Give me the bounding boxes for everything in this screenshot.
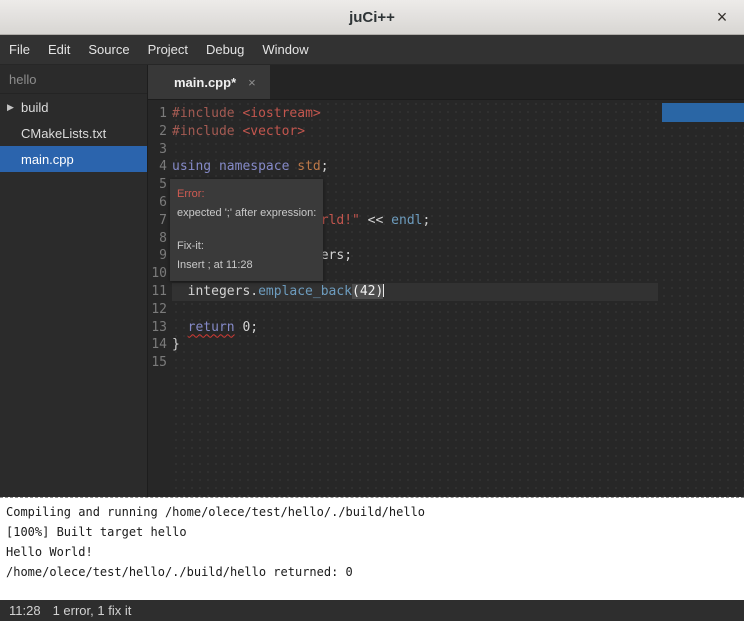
output-line: Compiling and running /home/olece/test/h… bbox=[6, 502, 738, 522]
line-number: 1 bbox=[148, 105, 167, 123]
tabbar: main.cpp* × bbox=[148, 65, 744, 100]
file-name: CMakeLists.txt bbox=[21, 126, 106, 141]
main-area: hello ▶build CMakeLists.txt main.cpp main.… bbox=[0, 65, 744, 497]
code-token: namespace bbox=[219, 159, 289, 174]
cursor-position: 11:28 bbox=[9, 603, 41, 618]
file-name: main.cpp bbox=[21, 152, 74, 167]
code-token: (42) bbox=[352, 284, 383, 299]
code-token: <iostream> bbox=[242, 106, 320, 121]
code-line-12[interactable] bbox=[172, 301, 744, 319]
menubar: FileEditSourceProjectDebugWindow bbox=[0, 35, 744, 65]
menu-item-debug[interactable]: Debug bbox=[197, 35, 253, 64]
tooltip-fixit-message: Insert ; at 11:28 bbox=[177, 256, 316, 275]
menu-item-project[interactable]: Project bbox=[139, 35, 197, 64]
code-token: endl bbox=[391, 213, 422, 228]
window-close-button[interactable]: × bbox=[710, 5, 734, 29]
line-number: 12 bbox=[148, 301, 167, 319]
scrollbar-thumb[interactable] bbox=[662, 103, 744, 122]
file-tree-item-main-cpp[interactable]: main.cpp bbox=[0, 146, 147, 172]
code-line-4[interactable]: using namespace std; bbox=[172, 158, 744, 176]
code-token: return bbox=[188, 320, 235, 335]
code-token: <vector> bbox=[242, 124, 305, 139]
file-name: build bbox=[21, 100, 48, 115]
line-number: 6 bbox=[148, 194, 167, 212]
diagnostic-summary: 1 error, 1 fix it bbox=[53, 603, 132, 618]
file-tree: ▶build CMakeLists.txt main.cpp bbox=[0, 94, 147, 172]
file-sidebar: hello ▶build CMakeLists.txt main.cpp bbox=[0, 65, 148, 497]
code-editor[interactable]: 123456789101112131415 #include <iostream… bbox=[148, 100, 744, 497]
code-line-14[interactable]: } bbox=[172, 336, 744, 354]
code-token: ; bbox=[422, 213, 430, 228]
tab-label: main.cpp* bbox=[174, 75, 236, 90]
code-token: integers. bbox=[172, 284, 258, 299]
code-token: 0; bbox=[235, 320, 258, 335]
editor-column: main.cpp* × 123456789101112131415 #inclu… bbox=[148, 65, 744, 497]
titlebar: juCi++ × bbox=[0, 0, 744, 35]
tab-close-icon[interactable]: × bbox=[248, 75, 256, 90]
line-number: 5 bbox=[148, 176, 167, 194]
code-token: ; bbox=[321, 159, 329, 174]
line-number-gutter: 123456789101112131415 bbox=[148, 100, 172, 497]
code-line-1[interactable]: #include <iostream> bbox=[172, 105, 744, 123]
code-token bbox=[211, 159, 219, 174]
code-line-13[interactable]: return 0; bbox=[172, 319, 744, 337]
project-name: hello bbox=[0, 65, 147, 94]
window-title: juCi++ bbox=[349, 9, 395, 26]
code-token bbox=[172, 320, 188, 335]
line-number: 3 bbox=[148, 141, 167, 159]
line-number: 11 bbox=[148, 283, 167, 301]
code-area[interactable]: #include <iostream>#include <vector>usin… bbox=[172, 100, 744, 497]
line-number: 10 bbox=[148, 265, 167, 283]
code-line-3[interactable] bbox=[172, 141, 744, 159]
expander-icon[interactable]: ▶ bbox=[7, 102, 21, 113]
text-caret bbox=[383, 284, 384, 297]
menu-item-edit[interactable]: Edit bbox=[39, 35, 79, 64]
statusbar: 11:28 1 error, 1 fix it bbox=[0, 600, 744, 621]
menu-item-source[interactable]: Source bbox=[79, 35, 138, 64]
code-token: using bbox=[172, 159, 211, 174]
diagnostic-tooltip: Error: expected ';' after expression: Fi… bbox=[170, 179, 323, 281]
code-token: #include bbox=[172, 106, 235, 121]
output-line: [100%] Built target hello bbox=[6, 522, 738, 542]
line-number: 4 bbox=[148, 158, 167, 176]
menu-item-window[interactable]: Window bbox=[253, 35, 317, 64]
menu-item-file[interactable]: File bbox=[0, 35, 39, 64]
output-line: /home/olece/test/hello/./build/hello ret… bbox=[6, 562, 738, 582]
file-tree-item-cmakelists-txt[interactable]: CMakeLists.txt bbox=[0, 120, 147, 146]
tooltip-error-label: Error: bbox=[177, 185, 316, 204]
tab-main-cpp[interactable]: main.cpp* × bbox=[148, 65, 270, 99]
output-terminal[interactable]: Compiling and running /home/olece/test/h… bbox=[0, 497, 744, 600]
code-line-11[interactable]: integers.emplace_back(42) bbox=[172, 283, 744, 301]
line-number: 2 bbox=[148, 123, 167, 141]
code-token: } bbox=[172, 337, 180, 352]
line-number: 14 bbox=[148, 336, 167, 354]
tooltip-spacer bbox=[177, 223, 316, 237]
code-token: emplace_back bbox=[258, 284, 352, 299]
line-number: 8 bbox=[148, 230, 167, 248]
line-number: 15 bbox=[148, 354, 167, 372]
tooltip-error-message: expected ';' after expression: bbox=[177, 204, 316, 223]
code-token: << bbox=[360, 213, 391, 228]
tooltip-fixit-label: Fix-it: bbox=[177, 237, 316, 256]
output-line: Hello World! bbox=[6, 542, 738, 562]
line-number: 13 bbox=[148, 319, 167, 337]
app-window: juCi++ × FileEditSourceProjectDebugWindo… bbox=[0, 0, 744, 621]
line-number: 7 bbox=[148, 212, 167, 230]
code-line-15[interactable] bbox=[172, 354, 744, 372]
code-token: #include bbox=[172, 124, 235, 139]
code-token: std bbox=[297, 159, 320, 174]
line-number: 9 bbox=[148, 247, 167, 265]
code-line-2[interactable]: #include <vector> bbox=[172, 123, 744, 141]
file-tree-item-build[interactable]: ▶build bbox=[0, 94, 147, 120]
